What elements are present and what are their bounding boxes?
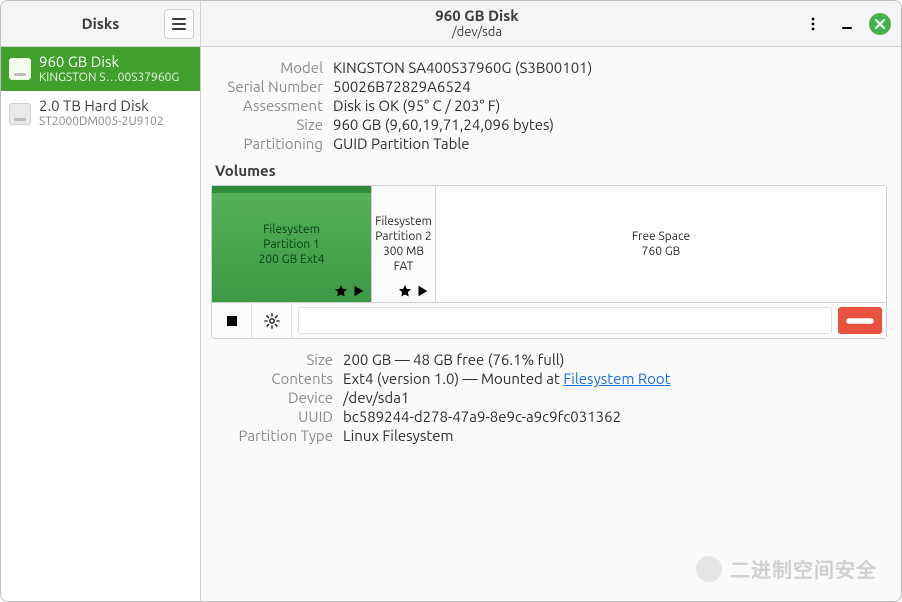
label-model: Model: [213, 59, 323, 76]
partition-status-icons: [334, 284, 365, 298]
volume-details: Size 200 GB — 48 GB free (76.1% full) Co…: [213, 351, 887, 444]
value-serial: 50026B72829A6524: [333, 78, 887, 95]
disk-info-grid: Model KINGSTON SA400S37960G (S3B00101) S…: [213, 59, 887, 152]
volumes-title: Volumes: [215, 162, 887, 179]
disk-list: 960 GB Disk KINGSTON S…00S37960G 2.0 TB …: [1, 47, 201, 601]
delete-partition-button[interactable]: [838, 307, 882, 334]
play-icon: [415, 284, 429, 298]
value-vol-size: 200 GB — 48 GB free (76.1% full): [343, 351, 887, 368]
partition-2[interactable]: Filesystem Partition 2 300 MB FAT: [372, 186, 436, 302]
app-menu-button[interactable]: [164, 9, 194, 39]
value-partitioning: GUID Partition Table: [333, 135, 887, 152]
disks-window: Disks 960 GB Disk /dev/sda: [0, 0, 902, 602]
titlebar: Disks 960 GB Disk /dev/sda: [1, 1, 901, 47]
label-vol-ptype: Partition Type: [213, 427, 333, 444]
label-vol-device: Device: [213, 389, 333, 406]
volume-toolbar: [212, 302, 886, 338]
value-vol-device: /dev/sda1: [343, 389, 887, 406]
partition-1[interactable]: Filesystem Partition 1 200 GB Ext4: [212, 186, 372, 302]
unmount-button[interactable]: [212, 303, 252, 338]
partition-status-icons: [398, 284, 429, 298]
disk-name: 960 GB Disk: [39, 53, 179, 71]
value-size: 960 GB (9,60,19,71,24,096 bytes): [333, 116, 887, 133]
volumes-row: Filesystem Partition 1 200 GB Ext4 Files…: [212, 186, 886, 302]
label-vol-uuid: UUID: [213, 408, 333, 425]
volumes-diagram: Filesystem Partition 1 200 GB Ext4 Files…: [211, 185, 887, 339]
minus-icon: [838, 299, 882, 343]
minimize-button[interactable]: [835, 12, 859, 36]
partition-options-button[interactable]: [252, 303, 292, 338]
window-subtitle: /dev/sda: [452, 25, 502, 40]
drive-icon: [9, 58, 31, 80]
value-vol-uuid: bc589244-d278-47a9-8e9c-a9c9fc031362: [343, 408, 887, 425]
close-button[interactable]: [869, 13, 891, 35]
kebab-icon: [805, 16, 821, 32]
label-vol-size: Size: [213, 351, 333, 368]
disk-name: 2.0 TB Hard Disk: [39, 97, 164, 115]
hamburger-icon: [171, 16, 187, 32]
star-icon: [398, 284, 412, 298]
value-assessment: Disk is OK (95° C / 203° F): [333, 97, 887, 114]
close-icon: [874, 18, 886, 30]
play-icon: [351, 284, 365, 298]
star-icon: [334, 284, 348, 298]
mount-point-link[interactable]: Filesystem Root: [563, 370, 670, 387]
disk-list-item[interactable]: 960 GB Disk KINGSTON S…00S37960G: [1, 47, 200, 91]
disk-model: KINGSTON S…00S37960G: [39, 71, 179, 85]
label-size: Size: [213, 116, 323, 133]
free-space[interactable]: Free Space 760 GB: [436, 186, 886, 302]
titlebar-left: Disks: [1, 1, 201, 46]
toolbar-spacer: [298, 307, 832, 334]
drive-icon: [9, 103, 31, 125]
minimize-icon: [839, 16, 855, 32]
titlebar-right: [753, 1, 901, 46]
disk-model: ST2000DM005-2U9102: [39, 115, 164, 129]
drive-options-button[interactable]: [801, 12, 825, 36]
disk-list-item[interactable]: 2.0 TB Hard Disk ST2000DM005-2U9102: [1, 91, 200, 135]
window-body: 960 GB Disk KINGSTON S…00S37960G 2.0 TB …: [1, 47, 901, 601]
app-title: Disks: [37, 15, 164, 32]
label-assessment: Assessment: [213, 97, 323, 114]
gear-icon: [264, 313, 280, 329]
label-partitioning: Partitioning: [213, 135, 323, 152]
window-title: 960 GB Disk: [435, 7, 518, 24]
titlebar-center: 960 GB Disk /dev/sda: [201, 1, 753, 46]
label-serial: Serial Number: [213, 78, 323, 95]
value-vol-ptype: Linux Filesystem: [343, 427, 887, 444]
value-vol-contents: Ext4 (version 1.0) — Mounted at Filesyst…: [343, 370, 887, 387]
value-model: KINGSTON SA400S37960G (S3B00101): [333, 59, 887, 76]
disk-detail: Model KINGSTON SA400S37960G (S3B00101) S…: [201, 47, 901, 601]
label-vol-contents: Contents: [213, 370, 333, 387]
stop-icon: [224, 313, 240, 329]
